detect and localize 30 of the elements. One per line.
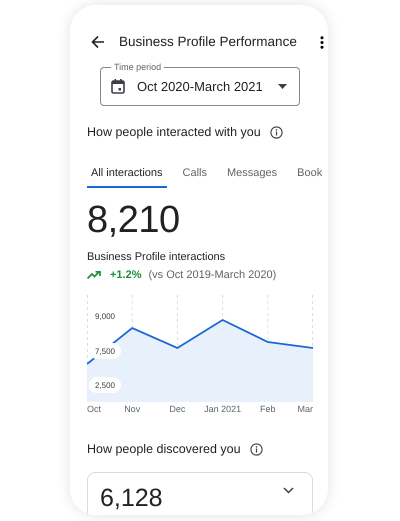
x-axis-label: Jan 2021 (204, 404, 242, 414)
more-options-icon[interactable] (320, 36, 324, 48)
section-heading: How people interacted with you (87, 124, 261, 140)
x-axis-label: Dec (169, 404, 186, 414)
dropdown-caret-icon (278, 84, 287, 89)
x-axis-label: Oct (87, 404, 102, 414)
section-heading: How people discovered you (87, 441, 241, 457)
discovery-total: 6,128 (100, 483, 163, 513)
x-axis-label: Feb (260, 404, 276, 414)
trending-up-icon (87, 271, 101, 279)
comparison-period: (vs Oct 2019-March 2020) (148, 268, 276, 282)
tab[interactable]: Calls (182, 156, 207, 188)
metric-caption: Business Profile interactions (87, 250, 226, 264)
x-axis-label: Nov (124, 404, 140, 414)
interactions-total: 8,210 (87, 198, 180, 243)
x-axis-label: Mar (298, 404, 313, 414)
calendar-icon (111, 79, 125, 94)
info-icon[interactable] (270, 126, 283, 138)
info-icon[interactable] (250, 442, 263, 456)
back-arrow-icon[interactable] (91, 35, 105, 49)
expand-chevron-icon (283, 487, 294, 494)
tab[interactable]: All interactions (87, 156, 167, 188)
change-percentage: +1.2% (110, 268, 142, 282)
y-axis-label: 2,500 (89, 377, 121, 393)
page-title: Business Profile Performance (119, 33, 297, 51)
tab[interactable]: Messages (227, 156, 278, 188)
tab[interactable]: Book (297, 156, 322, 188)
y-axis-label: 9,000 (94, 312, 116, 321)
discovery-card[interactable]: 6,128 (87, 472, 313, 515)
field-label: Time period (111, 61, 164, 73)
